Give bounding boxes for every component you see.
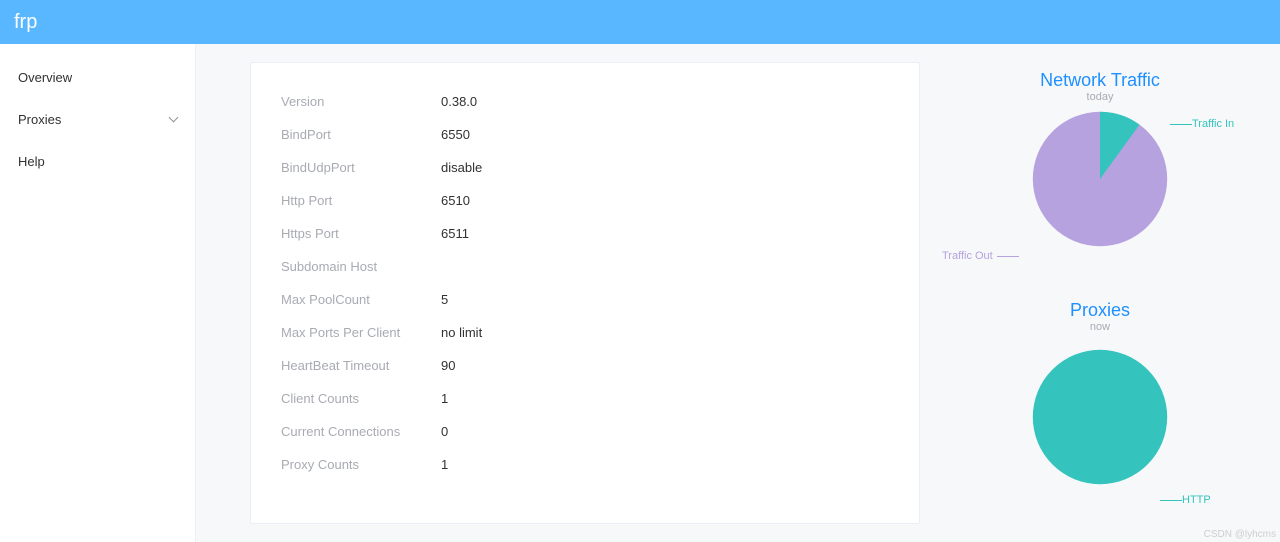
- row-maxports: Max Ports Per Clientno limit: [281, 316, 889, 349]
- row-value: 1: [441, 457, 448, 472]
- row-proxycounts: Proxy Counts1: [281, 448, 889, 481]
- watermark: CSDN @lyhcms: [1204, 529, 1276, 540]
- network-traffic-chart: Network Traffic today Traffic In Traffic…: [950, 70, 1250, 280]
- row-value: 5: [441, 292, 448, 307]
- main-container: Overview Proxies Help Version0.38.0 Bind…: [0, 44, 1280, 542]
- row-bindudpport: BindUdpPortdisable: [281, 151, 889, 184]
- sidebar-item-overview[interactable]: Overview: [0, 56, 195, 98]
- row-value: 6550: [441, 127, 470, 142]
- row-label: BindPort: [281, 127, 441, 142]
- sidebar-item-help[interactable]: Help: [0, 140, 195, 182]
- proxies-pie: [950, 347, 1250, 487]
- sidebar-item-label: Overview: [18, 70, 72, 85]
- row-connections: Current Connections0: [281, 415, 889, 448]
- row-value: 1: [441, 391, 448, 406]
- row-clients: Client Counts1: [281, 382, 889, 415]
- chart-title: Network Traffic: [950, 70, 1250, 91]
- sidebar: Overview Proxies Help: [0, 44, 196, 542]
- label-traffic-in: Traffic In: [1170, 118, 1234, 130]
- overview-card: Version0.38.0 BindPort6550 BindUdpPortdi…: [250, 62, 920, 524]
- row-httpport: Http Port6510: [281, 184, 889, 217]
- label-http: HTTP: [1160, 494, 1211, 506]
- charts-panel: Network Traffic today Traffic In Traffic…: [920, 62, 1280, 524]
- row-subdomain: Subdomain Host: [281, 250, 889, 283]
- row-label: Version: [281, 94, 441, 109]
- row-bindport: BindPort6550: [281, 118, 889, 151]
- row-label: Proxy Counts: [281, 457, 441, 472]
- sidebar-item-proxies[interactable]: Proxies: [0, 98, 195, 140]
- row-value: 0: [441, 424, 448, 439]
- chart-title: Proxies: [950, 300, 1250, 321]
- traffic-pie: [950, 109, 1250, 249]
- app-header: frp: [0, 0, 1280, 44]
- row-label: Current Connections: [281, 424, 441, 439]
- row-heartbeat: HeartBeat Timeout90: [281, 349, 889, 382]
- row-value: 0.38.0: [441, 94, 477, 109]
- chart-subtitle: today: [950, 91, 1250, 103]
- row-value: 6511: [441, 226, 469, 241]
- row-label: BindUdpPort: [281, 160, 441, 175]
- label-traffic-out: Traffic Out: [942, 250, 1019, 262]
- row-label: Max PoolCount: [281, 292, 441, 307]
- row-label: Http Port: [281, 193, 441, 208]
- row-value: no limit: [441, 325, 482, 340]
- app-title: frp: [14, 11, 37, 34]
- row-maxpool: Max PoolCount5: [281, 283, 889, 316]
- row-label: Subdomain Host: [281, 259, 441, 274]
- row-version: Version0.38.0: [281, 85, 889, 118]
- row-label: Max Ports Per Client: [281, 325, 441, 340]
- row-label: Client Counts: [281, 391, 441, 406]
- row-label: Https Port: [281, 226, 441, 241]
- proxies-chart: Proxies now HTTP: [950, 280, 1250, 510]
- row-value: 6510: [441, 193, 470, 208]
- row-label: HeartBeat Timeout: [281, 358, 441, 373]
- row-httpsport: Https Port6511: [281, 217, 889, 250]
- row-value: disable: [441, 160, 482, 175]
- sidebar-item-label: Help: [18, 154, 45, 169]
- row-value: 90: [441, 358, 455, 373]
- chevron-down-icon: [169, 112, 179, 122]
- chart-subtitle: now: [950, 321, 1250, 333]
- sidebar-item-label: Proxies: [18, 112, 61, 127]
- main-content: Version0.38.0 BindPort6550 BindUdpPortdi…: [196, 44, 1280, 542]
